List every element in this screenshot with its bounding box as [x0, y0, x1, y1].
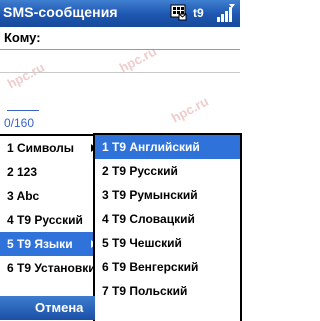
- submenu-item-slovak[interactable]: 4 T9 Словацкий: [95, 207, 240, 231]
- menu-item-numeric[interactable]: 2 123: [0, 160, 99, 184]
- app-title: SMS-сообщения: [3, 4, 118, 20]
- field-divider: [0, 72, 240, 73]
- menu-item-symbols[interactable]: 1 Символы: [0, 136, 99, 160]
- signal-icon: [217, 4, 235, 22]
- recipient-field[interactable]: Кому:: [0, 27, 240, 50]
- t9-language-submenu: 1 T9 Английский 2 T9 Русский 3 T9 Румынс…: [93, 133, 242, 321]
- submenu-item-hungarian[interactable]: 6 T9 Венгерский: [95, 255, 240, 279]
- menu-item-abc[interactable]: 3 Abc: [0, 184, 99, 208]
- submenu-item-english[interactable]: 1 T9 Английский: [95, 135, 240, 159]
- title-bar: SMS-сообщения t9: [0, 0, 240, 27]
- submenu-item-romanian[interactable]: 3 T9 Румынский: [95, 183, 240, 207]
- watermark: hpc.ru: [4, 59, 47, 92]
- recipient-label: Кому:: [4, 30, 41, 45]
- cancel-softkey[interactable]: Отмена: [35, 300, 83, 315]
- menu-item-t9-languages[interactable]: 5 T9 Языки: [0, 232, 99, 256]
- t9-indicator: t9: [193, 6, 204, 20]
- message-icon[interactable]: [170, 4, 187, 21]
- submenu-item-russian[interactable]: 2 T9 Русский: [95, 159, 240, 183]
- menu-item-t9-settings[interactable]: 6 T9 Установки: [0, 256, 99, 280]
- message-body-caret: [7, 110, 39, 111]
- softkey-bar: Отмена: [0, 296, 95, 320]
- input-mode-menu: 1 Символы 2 123 3 Abc 4 T9 Русский 5 T9 …: [0, 134, 101, 298]
- watermark: hpc.ru: [168, 93, 211, 126]
- submenu-item-polish[interactable]: 7 T9 Польский: [95, 279, 240, 303]
- menu-item-t9-russian[interactable]: 4 T9 Русский: [0, 208, 99, 232]
- submenu-item-czech[interactable]: 5 T9 Чешский: [95, 231, 240, 255]
- character-counter: 0/160: [4, 116, 35, 130]
